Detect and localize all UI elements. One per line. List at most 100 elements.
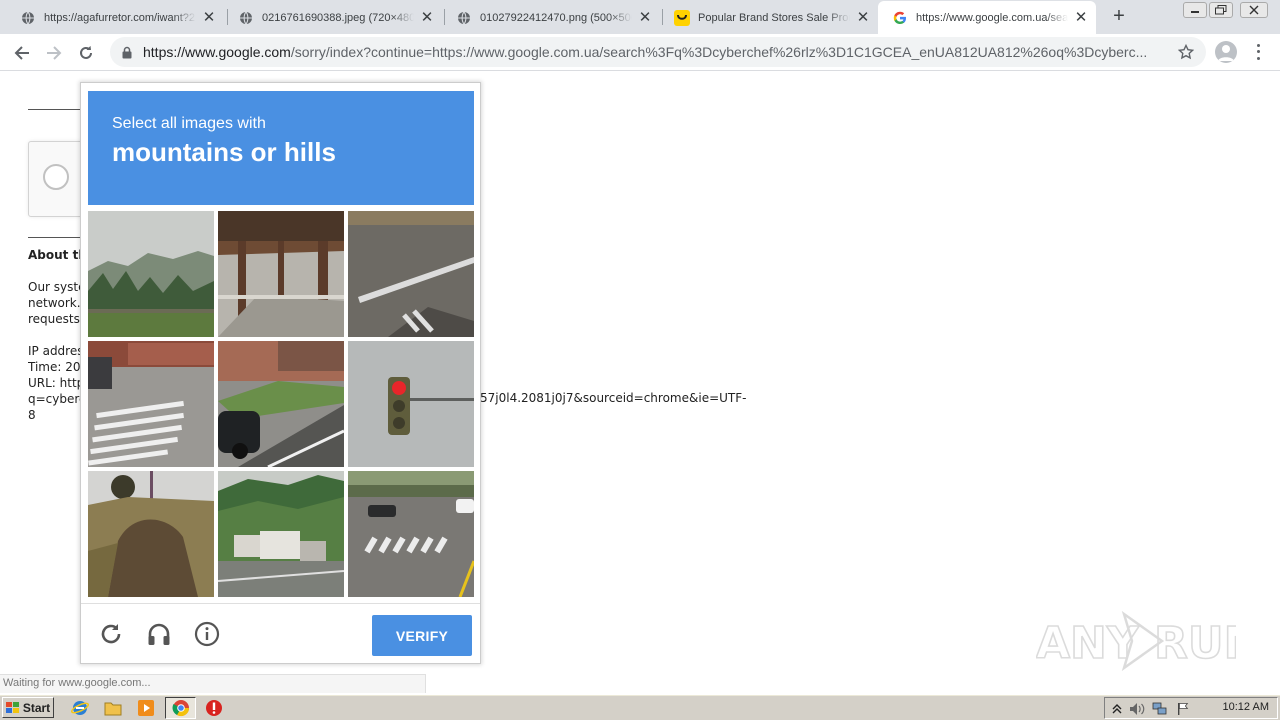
image-tile[interactable]: [348, 211, 474, 337]
show-hidden-icons-icon[interactable]: [1109, 701, 1125, 717]
info-icon[interactable]: [193, 620, 221, 648]
image-tile[interactable]: [218, 341, 344, 467]
start-button[interactable]: Start: [2, 697, 54, 718]
tab-close-icon[interactable]: ✕: [420, 10, 434, 25]
explanation-line: requests, and not a robot.: [28, 312, 80, 326]
tab-close-icon[interactable]: ✕: [638, 10, 652, 25]
network-icon[interactable]: [1152, 701, 1168, 717]
image-grid: [88, 211, 474, 597]
globe-icon: [238, 10, 254, 26]
chrome-icon: [172, 700, 189, 717]
challenge-footer: VERIFY: [81, 603, 480, 663]
image-tile[interactable]: [218, 471, 344, 597]
hillside-trees-image: [88, 211, 214, 337]
reload-challenge-icon[interactable]: [97, 620, 125, 648]
recaptcha-anchor: [28, 141, 88, 217]
internet-explorer-icon[interactable]: [70, 698, 90, 718]
image-tile[interactable]: [348, 471, 474, 597]
hillside-houses-image: [218, 471, 344, 597]
tab-png-image[interactable]: 01027922412470.png (500×500) ✕: [442, 2, 660, 33]
tab-title: https://www.google.com.ua/search: [916, 11, 1068, 24]
challenge-header: Select all images with mountains or hill…: [88, 91, 474, 205]
tab-close-icon[interactable]: ✕: [856, 10, 870, 25]
restore-window-button[interactable]: [1209, 2, 1233, 18]
anyrun-watermark-logo: ANY RUN: [1036, 610, 1236, 672]
tab-agafurretor[interactable]: https://agafurretor.com/iwant?2 ✕: [6, 2, 224, 33]
tab-title: https://agafurretor.com/iwant?2: [44, 11, 196, 24]
tab-close-icon[interactable]: ✕: [202, 10, 216, 25]
url-path: /sorry/index?continue=https://www.google…: [290, 44, 1148, 60]
google-g-icon: [892, 10, 908, 26]
tab-jpeg-image[interactable]: 0216761690388.jpeg (720×480) ✕: [224, 2, 442, 33]
profile-avatar-icon[interactable]: [1215, 41, 1237, 63]
reload-icon: [80, 46, 92, 59]
close-window-button[interactable]: [1240, 2, 1268, 18]
recaptcha-checkbox[interactable]: [43, 164, 69, 190]
new-tab-button[interactable]: +: [1108, 6, 1130, 28]
media-player-icon[interactable]: [136, 698, 156, 718]
arrow-right-icon: [47, 46, 62, 60]
explanation-line: network. This page checks to see if it's…: [28, 296, 80, 310]
challenge-instruction: Select all images with: [112, 115, 266, 132]
folder-icon[interactable]: [103, 698, 123, 718]
watermark-right-text: RUN: [1154, 618, 1236, 669]
browser-toolbar: https://www.google.com/sorry/index?conti…: [0, 34, 1280, 71]
more-menu-icon[interactable]: [1250, 42, 1266, 62]
street-car-image: [218, 341, 344, 467]
url-line: 8: [28, 408, 36, 422]
globe-icon: [456, 10, 472, 26]
tab-title: Popular Brand Stores Sale Promo: [698, 11, 850, 24]
start-label: Start: [22, 700, 51, 715]
watermark-left-text: ANY: [1036, 618, 1140, 669]
url-line-tail: 57j0l4.2081j0j7&sourceid=chrome&ie=UTF-: [480, 391, 747, 405]
divider: [28, 109, 80, 110]
bookmark-star-icon[interactable]: [1176, 42, 1196, 62]
globe-icon: [20, 10, 36, 26]
grassy-hill-image: [88, 471, 214, 597]
antivirus-icon[interactable]: [204, 698, 224, 718]
about-heading: About this page: [28, 248, 80, 262]
headphones-icon[interactable]: [145, 620, 173, 648]
system-tray: 10:12 AM: [1104, 697, 1278, 719]
smile-logo-icon: [674, 9, 690, 26]
arrow-left-icon: [14, 46, 29, 60]
recaptcha-challenge-dialog: Select all images with mountains or hill…: [80, 82, 481, 664]
chrome-taskbar-button[interactable]: [165, 697, 196, 719]
elevated-railway-image: [218, 211, 344, 337]
verify-button[interactable]: VERIFY: [372, 615, 472, 656]
road-image: [348, 211, 474, 337]
divider: [28, 237, 80, 238]
time-label: Time: 2019: [28, 360, 80, 374]
tab-google-search[interactable]: https://www.google.com.ua/search ✕: [878, 1, 1096, 34]
explanation-line: Our systems have detected unusual traffi…: [28, 280, 80, 294]
image-tile[interactable]: [88, 341, 214, 467]
image-tile[interactable]: [88, 211, 214, 337]
back-button[interactable]: [9, 40, 35, 66]
tab-title: 01027922412470.png (500×500): [480, 11, 632, 24]
tab-brand-stores[interactable]: Popular Brand Stores Sale Promo ✕: [660, 2, 878, 33]
challenge-target: mountains or hills: [112, 137, 336, 167]
traffic-light-image: [348, 341, 474, 467]
image-tile[interactable]: [218, 211, 344, 337]
browser-tab-strip: https://agafurretor.com/iwant?2 ✕ 021676…: [0, 0, 1280, 34]
image-tile[interactable]: [88, 471, 214, 597]
tab-close-icon[interactable]: ✕: [1074, 10, 1088, 25]
minimize-window-button[interactable]: [1183, 2, 1207, 18]
flag-icon[interactable]: [1175, 701, 1191, 717]
reload-button[interactable]: [73, 40, 99, 66]
image-tile[interactable]: [348, 341, 474, 467]
volume-icon[interactable]: [1129, 701, 1145, 717]
url-line: q=cyberchef: [28, 392, 80, 406]
windows-logo-icon: [5, 701, 19, 713]
crosswalk-image: [88, 341, 214, 467]
forward-button[interactable]: [41, 40, 67, 66]
url-text: https://www.google.com/sorry/index?conti…: [143, 44, 1176, 60]
lock-icon[interactable]: [120, 45, 134, 59]
taskbar-clock[interactable]: 10:12 AM: [1223, 701, 1269, 713]
address-bar[interactable]: https://www.google.com/sorry/index?conti…: [110, 37, 1206, 67]
loading-status-text: Waiting for www.google.com...: [0, 674, 426, 693]
url-label: URL: https: [28, 376, 80, 390]
intersection-image: [348, 471, 474, 597]
url-host: https://www.google.com: [143, 44, 291, 60]
ip-address-label: IP address:: [28, 344, 80, 358]
